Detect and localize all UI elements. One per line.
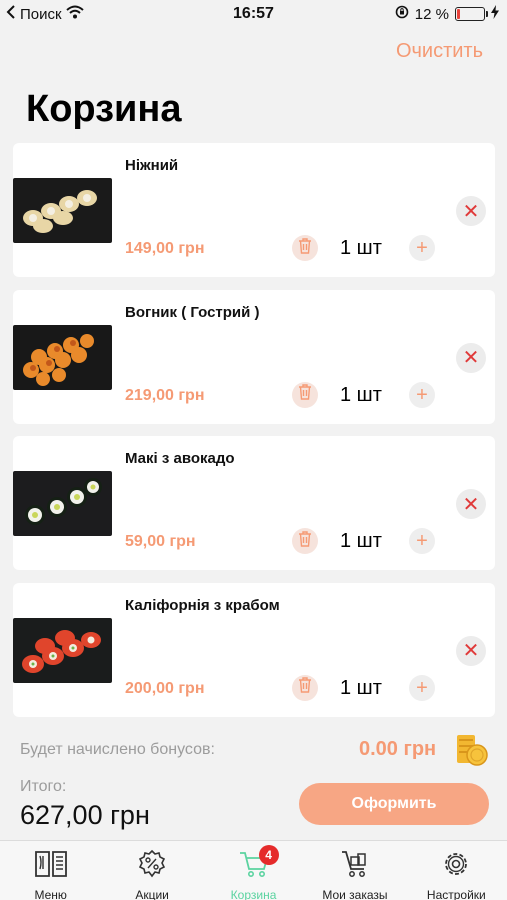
item-price: 219,00 грн [125, 386, 205, 404]
trash-icon [298, 530, 312, 552]
cart-list: Ніжний 149,00 грн 1 шт + ✕ Вогник (Гост… [13, 143, 495, 729]
clear-cart-button[interactable]: Очистить [396, 40, 483, 63]
cart-item: Каліфорнія з крабом 200,00 грн 1 шт + ✕ [13, 582, 495, 717]
plus-icon: + [416, 676, 428, 699]
close-icon: ✕ [462, 493, 480, 516]
orientation-lock-icon [395, 5, 409, 23]
product-image-maki-avocado [13, 471, 112, 536]
item-name: Ніжний [125, 157, 179, 174]
decrease-trash-button[interactable] [292, 674, 318, 701]
tab-menu[interactable]: Меню [0, 841, 101, 900]
tab-promotions[interactable]: Акции [101, 841, 202, 900]
page-title: Корзина [26, 88, 182, 130]
charging-bolt-icon [491, 5, 499, 23]
battery-percent: 12 % [414, 5, 449, 23]
gear-icon [441, 841, 471, 884]
tab-settings[interactable]: Настройки [406, 841, 507, 900]
tab-my-orders[interactable]: Мои заказы [304, 841, 405, 900]
item-quantity: 1 шт [340, 530, 382, 552]
plus-icon: + [416, 383, 428, 406]
cart-item: Макі з авокадо 59,00 грн 1 шт + ✕ [13, 436, 495, 570]
menu-book-icon [33, 841, 69, 884]
tab-label: Настройки [426, 888, 486, 900]
close-icon: ✕ [462, 347, 480, 369]
item-price: 149,00 грн [125, 240, 205, 257]
tab-label: Мои заказы [322, 888, 388, 900]
increase-button[interactable]: + [409, 528, 435, 554]
battery-icon [455, 7, 488, 21]
orders-cart-icon [339, 841, 371, 884]
tab-cart[interactable]: 4 Корзина [203, 841, 304, 900]
tab-label: Меню [34, 888, 67, 900]
bonus-value: 0.00 грн [359, 738, 437, 760]
item-name: Макі з авокадо [125, 450, 235, 467]
total-value: 627,00 грн [20, 800, 150, 830]
cart-item: Ніжний 149,00 грн 1 шт + ✕ [13, 143, 495, 277]
item-name: Каліфорнія з крабом [125, 596, 280, 614]
remove-item-button[interactable]: ✕ [456, 635, 486, 666]
decrease-trash-button[interactable] [292, 528, 318, 554]
product-image-vohnyk [13, 324, 112, 390]
product-image-california-crab [13, 617, 112, 683]
decrease-trash-button[interactable] [292, 381, 318, 408]
item-quantity: 1 шт [340, 383, 382, 406]
plus-icon: + [416, 530, 428, 552]
trash-icon [298, 677, 312, 698]
increase-button[interactable]: + [409, 235, 435, 261]
trash-icon [298, 384, 312, 405]
bonus-label: Будет начислено бонусов: [20, 741, 215, 758]
remove-item-button[interactable]: ✕ [456, 342, 486, 373]
item-price: 200,00 грн [125, 679, 205, 697]
cart-count-badge: 4 [258, 845, 279, 865]
discount-icon [137, 841, 167, 884]
coins-icon [455, 733, 489, 767]
increase-button[interactable]: + [409, 674, 435, 701]
status-right: 12 % [395, 5, 499, 23]
checkout-button[interactable]: Оформить [299, 783, 489, 825]
item-quantity: 1 шт [340, 237, 382, 259]
product-image-nizhnyi [13, 178, 112, 243]
close-icon: ✕ [462, 200, 480, 223]
plus-icon: + [416, 237, 428, 259]
cart-item: Вогник ( Гострий ) 219,00 грн 1 шт + ✕ [13, 289, 495, 424]
item-quantity: 1 шт [340, 676, 382, 699]
tab-label: Акции [135, 888, 169, 900]
increase-button[interactable]: + [409, 381, 435, 408]
remove-item-button[interactable]: ✕ [456, 489, 486, 519]
total-label: Итого: [20, 778, 67, 795]
decrease-trash-button[interactable] [292, 235, 318, 261]
remove-item-button[interactable]: ✕ [456, 196, 486, 226]
status-bar: Поиск 16:57 12 % [0, 0, 507, 28]
item-name: Вогник ( Гострий ) [125, 303, 260, 321]
item-price: 59,00 грн [125, 533, 196, 550]
tab-label: Корзина [230, 888, 277, 900]
close-icon: ✕ [462, 640, 480, 662]
tab-bar: Меню Акции 4 Корзина Мои заказы Настройк… [0, 840, 507, 900]
trash-icon [298, 237, 312, 259]
